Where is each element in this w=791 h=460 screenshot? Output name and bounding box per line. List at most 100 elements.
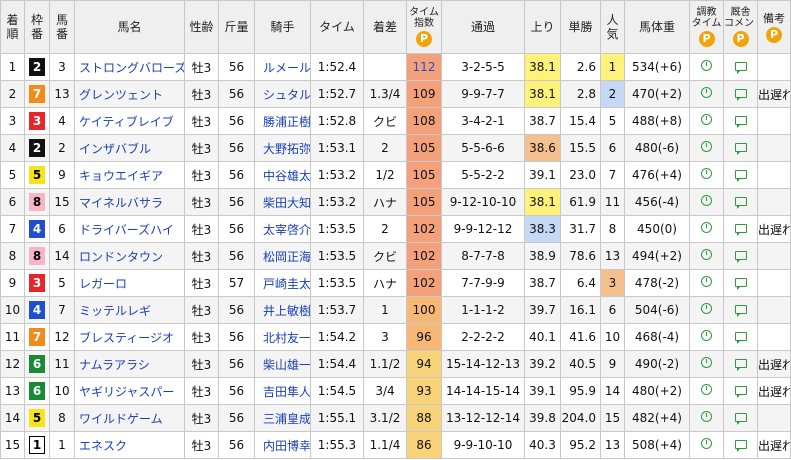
comment-icon[interactable] <box>734 143 747 155</box>
header-training-time[interactable]: 調教 タイム P <box>689 0 724 54</box>
header-body-weight[interactable]: 馬体重 <box>624 0 690 54</box>
training-time-cell[interactable] <box>689 242 724 270</box>
horse-name-link[interactable]: レガーロ <box>74 269 185 297</box>
comment-icon[interactable] <box>734 116 747 128</box>
clock-icon[interactable] <box>701 249 712 260</box>
clock-icon[interactable] <box>701 303 712 314</box>
jockey-link[interactable]: ルメール <box>254 53 311 81</box>
jockey-link[interactable]: 松岡正海 <box>254 242 311 270</box>
comment-icon[interactable] <box>734 170 747 182</box>
clock-icon[interactable] <box>701 330 712 341</box>
header-remarks[interactable]: 備考 P <box>757 0 791 54</box>
training-time-cell[interactable] <box>689 431 724 459</box>
horse-name-link[interactable]: ロンドンタウン <box>74 242 185 270</box>
jockey-link[interactable]: 北村友一 <box>254 323 311 351</box>
stable-comment-cell[interactable] <box>723 404 758 432</box>
stable-comment-cell[interactable] <box>723 377 758 405</box>
jockey-link[interactable]: 内田博幸 <box>254 431 311 459</box>
stable-comment-cell[interactable] <box>723 53 758 81</box>
horse-name-link[interactable]: ヤギリジャスパー <box>74 377 185 405</box>
comment-icon[interactable] <box>734 62 747 74</box>
clock-icon[interactable] <box>701 60 712 71</box>
horse-name-link[interactable]: ブレスティージオ <box>74 323 185 351</box>
header-time[interactable]: タイム <box>310 0 364 54</box>
training-time-cell[interactable] <box>689 107 724 135</box>
stable-comment-cell[interactable] <box>723 215 758 243</box>
header-last-3f[interactable]: 上り <box>524 0 561 54</box>
horse-name-link[interactable]: グレンツェント <box>74 80 185 108</box>
clock-icon[interactable] <box>701 87 712 98</box>
header-waku[interactable]: 枠番 <box>24 0 50 54</box>
stable-comment-cell[interactable] <box>723 107 758 135</box>
comment-icon[interactable] <box>734 413 747 425</box>
jockey-link[interactable]: 太宰啓介 <box>254 215 311 243</box>
stable-comment-cell[interactable] <box>723 188 758 216</box>
horse-name-link[interactable]: キョウエイギア <box>74 161 185 189</box>
jockey-link[interactable]: 井上敏樹 <box>254 296 311 324</box>
training-time-cell[interactable] <box>689 53 724 81</box>
comment-icon[interactable] <box>734 305 747 317</box>
header-stable-comment[interactable]: 厩舎コメント P <box>723 0 758 54</box>
header-sex-age[interactable]: 性齢 <box>184 0 219 54</box>
header-rank[interactable]: 着順 <box>0 0 25 54</box>
header-jockey[interactable]: 騎手 <box>254 0 311 54</box>
clock-icon[interactable] <box>701 438 712 449</box>
jockey-link[interactable]: 勝浦正樹 <box>254 107 311 135</box>
horse-name-link[interactable]: ストロングバローズ <box>74 53 185 81</box>
training-time-cell[interactable] <box>689 296 724 324</box>
header-horse-name[interactable]: 馬名 <box>74 0 185 54</box>
comment-icon[interactable] <box>734 359 747 371</box>
comment-icon[interactable] <box>734 197 747 209</box>
clock-icon[interactable] <box>701 141 712 152</box>
stable-comment-cell[interactable] <box>723 269 758 297</box>
horse-name-link[interactable]: インザバブル <box>74 134 185 162</box>
training-time-cell[interactable] <box>689 161 724 189</box>
clock-icon[interactable] <box>701 411 712 422</box>
comment-icon[interactable] <box>734 440 747 452</box>
horse-name-link[interactable]: ケイティブレイブ <box>74 107 185 135</box>
comment-icon[interactable] <box>734 224 747 236</box>
horse-name-link[interactable]: マイネルバサラ <box>74 188 185 216</box>
header-win-odds[interactable]: 単勝 <box>560 0 601 54</box>
stable-comment-cell[interactable] <box>723 242 758 270</box>
jockey-link[interactable]: 中谷雄太 <box>254 161 311 189</box>
horse-name-link[interactable]: ドライバーズハイ <box>74 215 185 243</box>
training-time-cell[interactable] <box>689 80 724 108</box>
stable-comment-cell[interactable] <box>723 161 758 189</box>
clock-icon[interactable] <box>701 357 712 368</box>
header-margin[interactable]: 着差 <box>363 0 407 54</box>
training-time-cell[interactable] <box>689 350 724 378</box>
clock-icon[interactable] <box>701 168 712 179</box>
training-time-cell[interactable] <box>689 188 724 216</box>
training-time-cell[interactable] <box>689 215 724 243</box>
training-time-cell[interactable] <box>689 134 724 162</box>
comment-icon[interactable] <box>734 251 747 263</box>
header-horse-number[interactable]: 馬番 <box>49 0 75 54</box>
horse-name-link[interactable]: ワイルドゲーム <box>74 404 185 432</box>
horse-name-link[interactable]: エネスク <box>74 431 185 459</box>
jockey-link[interactable]: シュタル <box>254 80 311 108</box>
comment-icon[interactable] <box>734 386 747 398</box>
stable-comment-cell[interactable] <box>723 431 758 459</box>
horse-name-link[interactable]: ナムラアラシ <box>74 350 185 378</box>
clock-icon[interactable] <box>701 222 712 233</box>
stable-comment-cell[interactable] <box>723 323 758 351</box>
horse-name-link[interactable]: ミッテルレギ <box>74 296 185 324</box>
training-time-cell[interactable] <box>689 404 724 432</box>
stable-comment-cell[interactable] <box>723 80 758 108</box>
jockey-link[interactable]: 戸崎圭太 <box>254 269 311 297</box>
clock-icon[interactable] <box>701 114 712 125</box>
comment-icon[interactable] <box>734 278 747 290</box>
comment-icon[interactable] <box>734 332 747 344</box>
header-weight[interactable]: 斤量 <box>218 0 255 54</box>
jockey-link[interactable]: 柴田大知 <box>254 188 311 216</box>
stable-comment-cell[interactable] <box>723 296 758 324</box>
header-time-index[interactable]: タイム 指数 P <box>406 0 442 54</box>
jockey-link[interactable]: 大野拓弥 <box>254 134 311 162</box>
training-time-cell[interactable] <box>689 377 724 405</box>
jockey-link[interactable]: 三浦皇成 <box>254 404 311 432</box>
stable-comment-cell[interactable] <box>723 350 758 378</box>
jockey-link[interactable]: 柴山雄一 <box>254 350 311 378</box>
header-passing[interactable]: 通過 <box>441 0 525 54</box>
comment-icon[interactable] <box>734 89 747 101</box>
